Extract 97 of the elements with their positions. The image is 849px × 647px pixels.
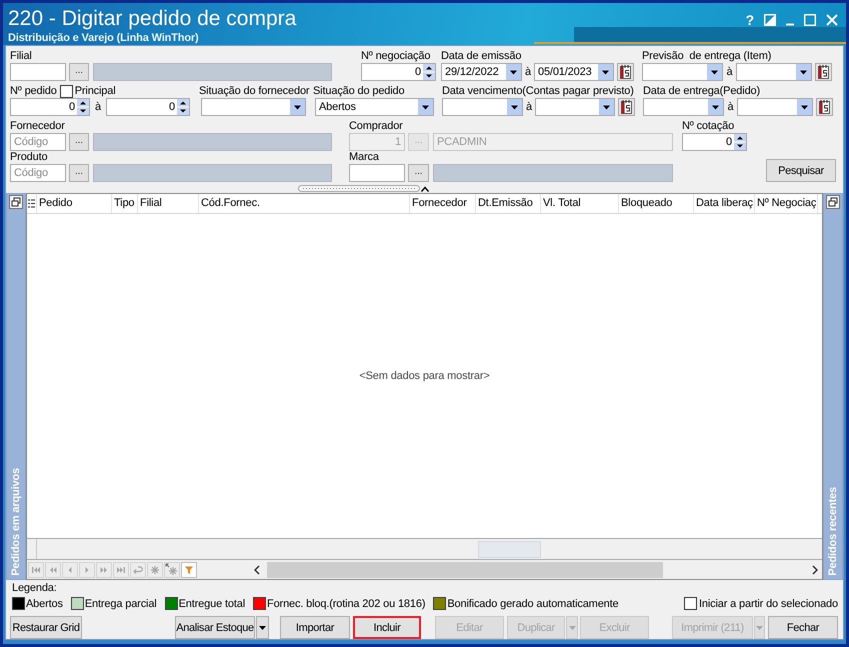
action-button[interactable]: Restaurar Grid bbox=[10, 616, 82, 639]
spinner-arrows-icon[interactable] bbox=[77, 99, 89, 115]
field-label: Produto bbox=[10, 150, 48, 164]
column-header[interactable]: Dt.Emissão bbox=[476, 194, 541, 213]
field-label: Nº pedido bbox=[10, 84, 57, 98]
lookup-button[interactable]: ... bbox=[408, 164, 429, 182]
field-label: Marca bbox=[349, 150, 379, 164]
action-button[interactable]: Incluir bbox=[353, 616, 421, 639]
action-button[interactable]: Analisar Estoque bbox=[175, 616, 255, 639]
spinner-arrows-icon[interactable] bbox=[177, 99, 189, 115]
legend-label: Entrega parcial bbox=[84, 596, 157, 610]
lookup-button[interactable]: ... bbox=[69, 133, 89, 151]
column-header[interactable]: Vl. Total bbox=[541, 194, 619, 213]
column-header[interactable]: Nº Negociaç bbox=[755, 194, 818, 213]
half-filled-square-icon[interactable] bbox=[764, 14, 776, 26]
dropdown-field[interactable] bbox=[201, 98, 306, 116]
caret-up-icon[interactable] bbox=[421, 186, 429, 192]
skip-start-icon[interactable] bbox=[28, 562, 44, 578]
number-field[interactable]: 0 bbox=[361, 63, 436, 81]
chevron-left-icon[interactable] bbox=[254, 564, 260, 574]
lookup-button[interactable]: ... bbox=[69, 164, 89, 182]
column-header[interactable]: Cód.Fornec. bbox=[199, 194, 410, 213]
field-label: Nº cotação bbox=[682, 119, 734, 133]
window-subtitle: Distribuição e Varejo (Linha WinThor) bbox=[8, 32, 199, 45]
action-button[interactable]: Fechar bbox=[768, 616, 838, 639]
description-field: PCADMIN bbox=[433, 133, 673, 151]
restore-window-icon[interactable] bbox=[9, 195, 23, 209]
caret-down-icon bbox=[756, 626, 763, 630]
lookup-button[interactable]: ... bbox=[69, 63, 89, 81]
caret-down-icon bbox=[568, 626, 576, 630]
range-separator: à bbox=[524, 65, 532, 80]
calendar-icon[interactable] bbox=[617, 63, 634, 81]
column-header[interactable]: Fornecedor bbox=[410, 194, 476, 213]
date-field[interactable] bbox=[642, 63, 723, 81]
code-field[interactable]: Código bbox=[10, 133, 66, 151]
field-label: Data de entrega(Pedido) bbox=[643, 84, 760, 98]
calendar-icon[interactable] bbox=[815, 63, 832, 81]
date-field[interactable] bbox=[535, 98, 615, 116]
dropdown-field[interactable]: Abertos bbox=[315, 98, 434, 116]
date-field[interactable]: 05/01/2023 bbox=[534, 63, 614, 81]
restore-window-icon[interactable] bbox=[826, 195, 840, 209]
field-label: Data de emissão bbox=[441, 49, 522, 63]
field-label: Fornecedor bbox=[10, 119, 65, 133]
field-label: Data vencimento(Contas pagar previsto) bbox=[442, 84, 634, 98]
window-title: 220 - Digitar pedido de compra bbox=[8, 7, 296, 31]
range-separator: à bbox=[726, 100, 735, 115]
calendar-icon[interactable] bbox=[618, 98, 635, 116]
code-field[interactable] bbox=[349, 164, 405, 182]
range-separator: à bbox=[726, 65, 734, 80]
checkbox-label: Principal bbox=[74, 84, 116, 98]
column-header[interactable]: Filial bbox=[138, 194, 199, 213]
date-field[interactable] bbox=[737, 98, 813, 116]
number-field[interactable]: 0 bbox=[106, 98, 190, 116]
checkbox-label: Iniciar a partir do selecionado bbox=[698, 596, 838, 610]
legend-label: Bonificado gerado automaticamente bbox=[447, 596, 619, 610]
close-icon[interactable] bbox=[826, 14, 838, 26]
legend-label: Entregue total bbox=[178, 596, 246, 610]
spinner-arrows-icon[interactable] bbox=[734, 134, 746, 150]
field-label: Nº negociação bbox=[361, 49, 430, 63]
field-label: Comprador bbox=[349, 119, 403, 133]
checkbox[interactable] bbox=[60, 84, 73, 98]
code-field[interactable]: Código bbox=[10, 164, 66, 182]
caret-down-icon bbox=[259, 626, 266, 630]
field-label: Situação do pedido bbox=[313, 84, 404, 98]
empty-message: <Sem dados para mostrar> bbox=[359, 370, 490, 382]
range-separator: à bbox=[525, 100, 534, 115]
spinner-arrows-icon[interactable] bbox=[423, 64, 435, 80]
column-header[interactable]: Bloqueado bbox=[619, 194, 694, 213]
field-label: Previsão de entrega (Item) bbox=[642, 49, 772, 63]
calendar-icon[interactable] bbox=[816, 98, 833, 116]
list-icon[interactable] bbox=[28, 199, 35, 208]
field-label: Filial bbox=[10, 49, 32, 63]
date-field[interactable]: 29/12/2022 bbox=[441, 63, 522, 81]
date-field[interactable] bbox=[643, 98, 724, 116]
legend-label: Abertos bbox=[26, 596, 63, 610]
number-field[interactable]: 0 bbox=[10, 98, 90, 116]
field-label: Situação do fornecedor bbox=[199, 84, 310, 98]
panel-label: Pedidos recentes bbox=[826, 487, 840, 576]
column-header[interactable]: Tipo bbox=[112, 194, 138, 213]
maximize-icon[interactable] bbox=[804, 14, 816, 26]
chevron-right-icon[interactable] bbox=[812, 564, 818, 574]
legend-title: Legenda: bbox=[12, 581, 57, 595]
scrollbar-thumb[interactable] bbox=[267, 562, 663, 578]
column-header[interactable]: Data liberaç bbox=[694, 194, 755, 213]
search-button[interactable]: Pesquisar bbox=[766, 159, 836, 182]
panel-label: Pedidos em arquivos bbox=[9, 468, 23, 576]
date-field[interactable] bbox=[736, 63, 812, 81]
column-header[interactable]: Pedido bbox=[37, 194, 112, 213]
number-field[interactable]: 0 bbox=[682, 133, 747, 151]
splitter-grip[interactable] bbox=[298, 185, 420, 192]
action-button[interactable]: Importar bbox=[280, 616, 350, 639]
legend-label: Fornec. bloq.(rotina 202 ou 1816) bbox=[267, 596, 426, 610]
code-field[interactable] bbox=[10, 63, 66, 81]
dropdown-button[interactable] bbox=[256, 616, 269, 639]
range-separator: à bbox=[94, 100, 102, 115]
date-field[interactable] bbox=[442, 98, 523, 116]
checkbox[interactable] bbox=[684, 597, 697, 610]
